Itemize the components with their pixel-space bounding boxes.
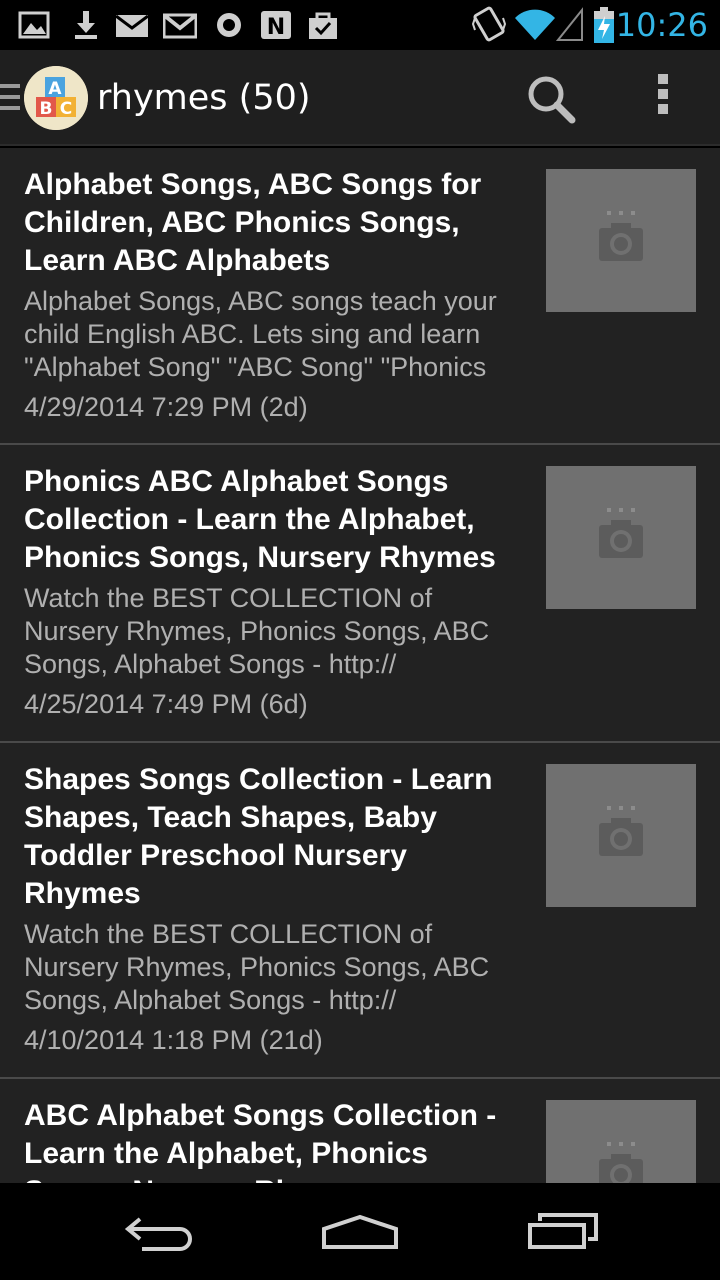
item-thumbnail[interactable]: [546, 169, 696, 312]
download-icon: [75, 11, 97, 39]
page-title: rhymes (50): [97, 78, 311, 118]
action-bar: A B C rhymes (50): [0, 50, 720, 146]
item-title: Phonics ABC Alphabet Songs Collection - …: [24, 465, 496, 574]
item-title: Alphabet Songs, ABC Songs for Children, …: [24, 168, 482, 277]
news-icon: N: [261, 11, 291, 40]
item-date: 4/25/2014 7:49 PM (6d): [24, 689, 308, 719]
svg-text:N: N: [267, 15, 285, 40]
navigation-bar: [0, 1183, 720, 1280]
list-item[interactable]: Shapes Songs Collection - Learn Shapes, …: [0, 743, 720, 1079]
item-description: Alphabet Songs, ABC songs teach your chi…: [24, 286, 497, 382]
svg-text:B: B: [40, 99, 53, 119]
recent-apps-button[interactable]: [524, 1209, 604, 1259]
item-description: Watch the BEST COLLECTION of Nursery Rhy…: [24, 583, 490, 679]
item-title: ABC Alphabet Songs Collection - Learn th…: [24, 1099, 497, 1183]
item-description: Watch the BEST COLLECTION of Nursery Rhy…: [24, 919, 490, 1015]
item-title: Shapes Songs Collection - Learn Shapes, …: [24, 763, 493, 910]
list-item[interactable]: Phonics ABC Alphabet Songs Collection - …: [0, 445, 720, 743]
overflow-menu-icon[interactable]: [650, 74, 676, 124]
home-button[interactable]: [320, 1209, 400, 1259]
camera-placeholder-icon: [599, 508, 643, 558]
item-thumbnail[interactable]: [546, 466, 696, 609]
back-button[interactable]: [120, 1209, 200, 1259]
camera-placeholder-icon: [599, 211, 643, 261]
item-thumbnail[interactable]: [546, 1100, 696, 1183]
gallery-icon: [18, 11, 50, 39]
email-icon: [115, 14, 149, 37]
status-bar: N 10:26: [0, 0, 720, 50]
list-item[interactable]: ABC Alphabet Songs Collection - Learn th…: [0, 1079, 720, 1183]
shopping-bag-icon: [309, 12, 337, 39]
drawer-indicator-icon[interactable]: [0, 84, 20, 114]
camera-placeholder-icon: [599, 1142, 643, 1183]
camera-placeholder-icon: [599, 806, 643, 856]
item-date: 4/29/2014 7:29 PM (2d): [24, 392, 308, 422]
status-time: 10:26: [615, 6, 708, 44]
feed-list[interactable]: Alphabet Songs, ABC Songs for Children, …: [0, 148, 720, 1183]
search-icon[interactable]: [524, 72, 580, 128]
record-icon: [217, 13, 241, 37]
svg-text:A: A: [48, 79, 62, 99]
svg-text:C: C: [60, 99, 72, 119]
item-thumbnail[interactable]: [546, 764, 696, 907]
battery-charging-icon: [594, 7, 614, 43]
app-logo[interactable]: A B C: [24, 66, 88, 130]
wifi-icon: [515, 9, 555, 40]
gmail-icon: [163, 13, 197, 39]
list-item[interactable]: Alphabet Songs, ABC Songs for Children, …: [0, 148, 720, 445]
item-date: 4/10/2014 1:18 PM (21d): [24, 1025, 323, 1055]
signal-icon: [556, 7, 583, 41]
vibrate-icon: [472, 6, 506, 42]
